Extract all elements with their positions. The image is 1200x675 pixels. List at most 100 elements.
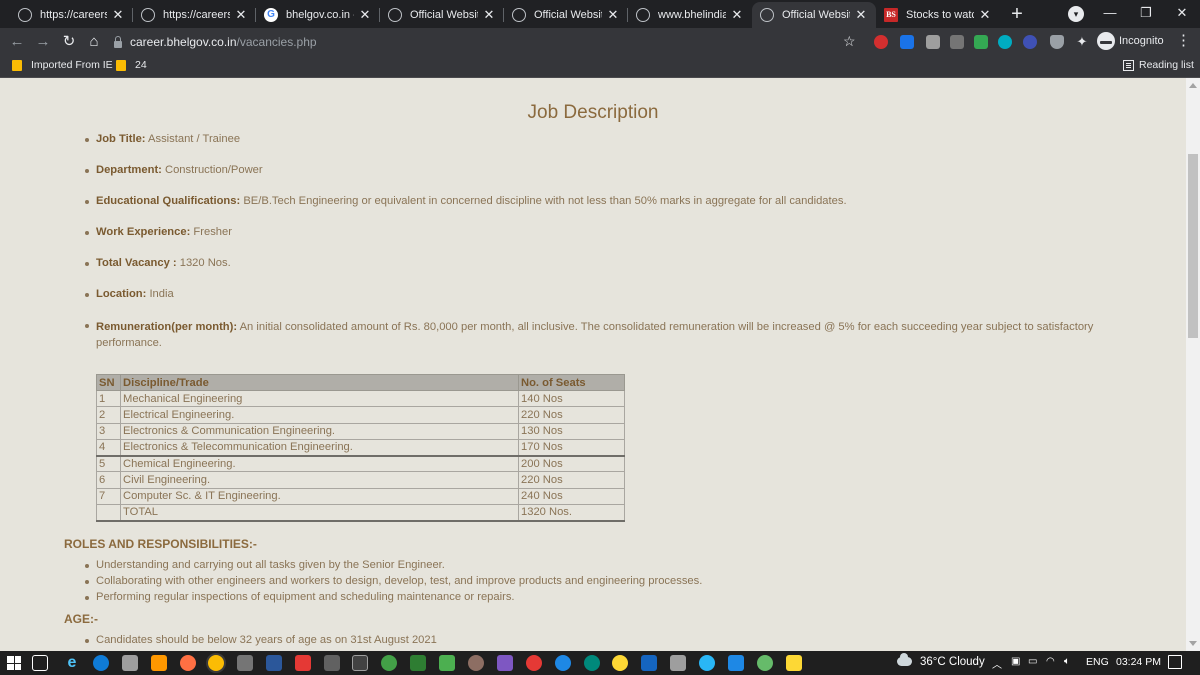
tab-title: Stocks to watch: C	[906, 9, 974, 21]
close-icon[interactable]: ✕	[854, 7, 868, 23]
app-icon[interactable]	[584, 655, 600, 671]
field-label: Educational Qualifications:	[96, 195, 241, 207]
browser-tab-active[interactable]: Official Website o ✕	[752, 2, 876, 28]
translate-extension-icon[interactable]	[900, 35, 914, 49]
close-window-icon[interactable]: ✕	[1167, 2, 1197, 24]
extension-icon[interactable]	[926, 35, 940, 49]
language-indicator[interactable]: ENG	[1086, 656, 1109, 668]
table-cell: 170 Nos	[518, 438, 625, 457]
qualifications-field: Educational Qualifications: BE/B.Tech En…	[85, 195, 847, 207]
extension-icon[interactable]	[950, 35, 964, 49]
app-icon[interactable]	[526, 655, 542, 671]
close-icon[interactable]: ✕	[482, 7, 496, 23]
close-icon[interactable]: ✕	[111, 7, 125, 23]
windows-start-icon[interactable]	[7, 656, 21, 670]
table-cell: 4	[96, 438, 121, 457]
lock-icon[interactable]	[114, 35, 122, 48]
chrome-icon[interactable]	[208, 655, 224, 671]
word-icon[interactable]	[266, 655, 282, 671]
app-icon[interactable]	[497, 655, 513, 671]
table-cell: 220 Nos	[518, 406, 625, 424]
table-cell: Electronics & Telecommunication Engineer…	[120, 438, 519, 457]
sticky-notes-icon[interactable]	[786, 655, 802, 671]
reading-list-button[interactable]: Reading list	[1123, 59, 1194, 71]
scroll-down-icon[interactable]	[1189, 641, 1197, 646]
app-icon[interactable]	[324, 655, 340, 671]
firefox-icon[interactable]	[180, 655, 196, 671]
app-icon[interactable]	[757, 655, 773, 671]
close-icon[interactable]: ✕	[234, 7, 248, 23]
checkbox-extension-icon[interactable]	[974, 35, 988, 49]
home-icon[interactable]: ⌂	[84, 32, 104, 52]
edge-icon[interactable]	[93, 655, 109, 671]
app-icon[interactable]	[612, 655, 628, 671]
close-icon[interactable]: ✕	[978, 7, 992, 23]
chevron-up-icon[interactable]: ︿	[992, 656, 1002, 671]
menu-icon[interactable]: ⋮	[1176, 32, 1191, 50]
app-icon[interactable]	[555, 655, 571, 671]
vertical-scrollbar[interactable]	[1186, 78, 1200, 651]
bookmark-folder[interactable]: Imported From IE	[12, 59, 113, 71]
app-icon[interactable]	[410, 655, 426, 671]
battery-icon[interactable]: ▭	[1028, 656, 1037, 667]
scroll-up-icon[interactable]	[1189, 83, 1197, 88]
minimize-icon[interactable]: —	[1095, 2, 1125, 24]
new-tab-button[interactable]: +	[1007, 3, 1027, 25]
table-cell: Electronics & Communication Engineering.	[120, 422, 519, 440]
field-value: India	[146, 288, 174, 300]
clock[interactable]: 03:24 PM	[1116, 656, 1161, 668]
browser-tab[interactable]: G bhelgov.co.in - Go ✕	[256, 2, 380, 28]
ie-icon[interactable]: e	[64, 655, 80, 671]
tab-search-icon[interactable]: ▾	[1068, 6, 1084, 22]
reload-icon[interactable]: ↻	[59, 32, 79, 52]
weather-text[interactable]: 36°C Cloudy	[920, 656, 985, 668]
system-tray-icon[interactable]: ▣	[1011, 656, 1020, 667]
app-icon[interactable]	[468, 655, 484, 671]
field-label: Department:	[96, 164, 162, 176]
telegram-icon[interactable]	[699, 655, 715, 671]
tab-title: bhelgov.co.in - Go	[286, 9, 354, 21]
close-icon[interactable]: ✕	[606, 7, 620, 23]
close-icon[interactable]: ✕	[358, 7, 372, 23]
browser-tab[interactable]: BS Stocks to watch: C ✕	[876, 2, 1000, 28]
task-view-icon[interactable]	[32, 655, 48, 671]
browser-tab[interactable]: https://careers.bh ✕	[10, 2, 133, 28]
word-icon[interactable]	[641, 655, 657, 671]
notion-icon[interactable]	[352, 655, 368, 671]
scrollbar-thumb[interactable]	[1188, 154, 1198, 338]
vlc-icon[interactable]	[151, 655, 167, 671]
address-bar[interactable]: career.bhelgov.co.in/vacancies.php	[108, 31, 868, 53]
defender-icon[interactable]	[728, 655, 744, 671]
url-path: /vacancies.php	[236, 35, 317, 49]
table-cell: Computer Sc. & IT Engineering.	[120, 487, 519, 506]
table-cell: 220 Nos	[518, 471, 625, 489]
notification-icon[interactable]	[1168, 655, 1182, 669]
photos-icon[interactable]	[439, 655, 455, 671]
close-icon[interactable]: ✕	[730, 7, 744, 23]
shield-extension-icon[interactable]	[1050, 35, 1064, 49]
browser-tab[interactable]: https://careers.bh ✕	[133, 2, 256, 28]
extension-icon[interactable]	[998, 35, 1012, 49]
restore-icon[interactable]: ❐	[1131, 2, 1161, 24]
volume-icon[interactable]: 🔈︎	[1064, 656, 1070, 667]
puzzle-icon[interactable]: ✦	[1075, 35, 1089, 49]
calculator-icon[interactable]	[670, 655, 686, 671]
whatsapp-icon[interactable]	[381, 655, 397, 671]
browser-tab[interactable]: www.bhelindia.in ✕	[628, 2, 752, 28]
extension-icon[interactable]	[1023, 35, 1037, 49]
incognito-profile[interactable]: Incognito	[1097, 32, 1164, 50]
file-explorer-icon[interactable]	[122, 655, 138, 671]
table-total-row: TOTAL 1320 Nos.	[96, 504, 625, 522]
app-icon[interactable]	[237, 655, 253, 671]
browser-tab[interactable]: Official Website o ✕	[504, 2, 628, 28]
wifi-icon[interactable]: ◠	[1046, 656, 1055, 667]
acrobat-icon[interactable]	[295, 655, 311, 671]
extension-icon[interactable]	[874, 35, 888, 49]
forward-icon[interactable]: →	[33, 32, 53, 52]
back-icon[interactable]: ←	[7, 32, 27, 52]
browser-tab[interactable]: Official Website o ✕	[380, 2, 504, 28]
bookmark-star-icon[interactable]: ☆	[843, 33, 856, 50]
bookmark-folder[interactable]: 24	[116, 59, 147, 71]
field-value: Assistant / Trainee	[145, 133, 241, 145]
page-title: Job Description	[527, 102, 659, 123]
